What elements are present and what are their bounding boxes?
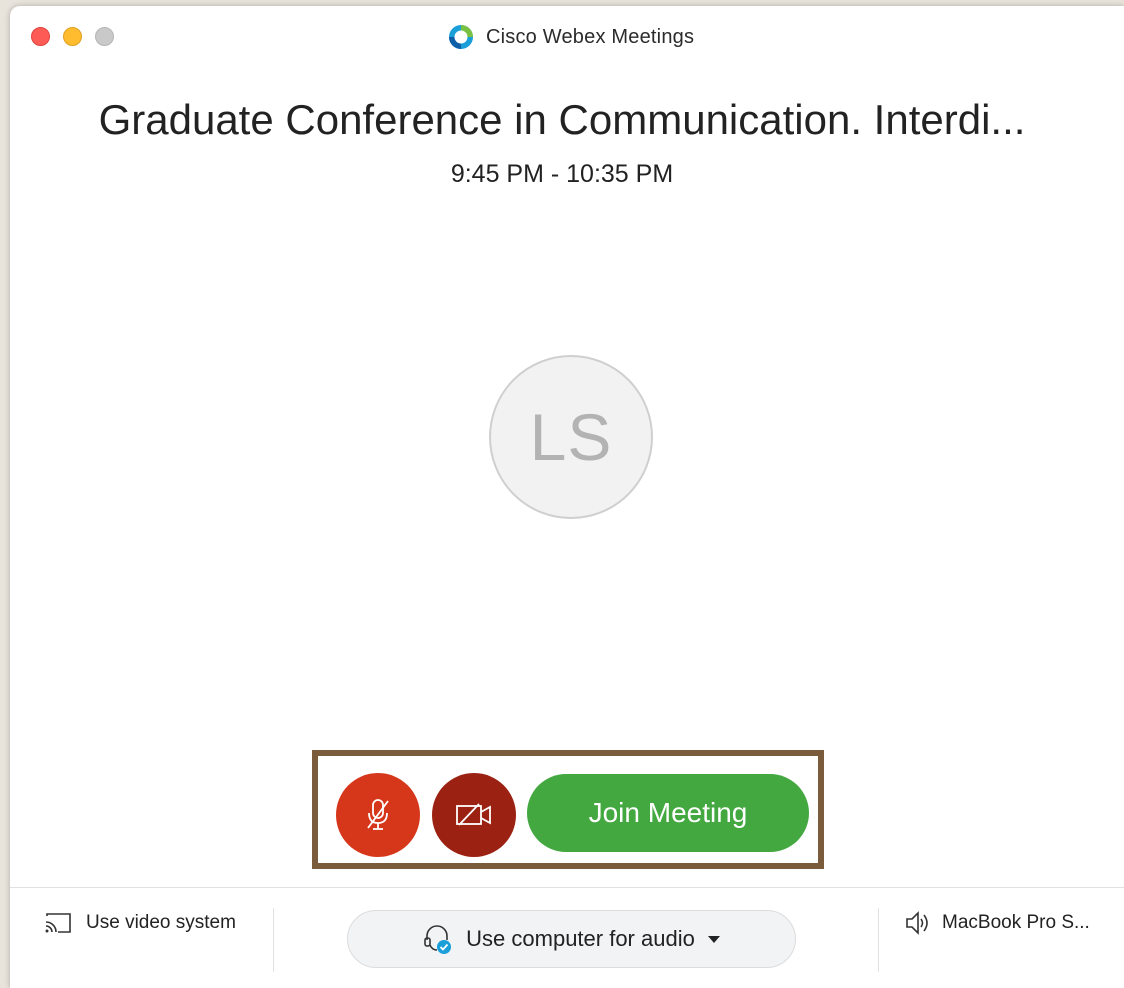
cast-screen-icon: [45, 913, 71, 933]
join-meeting-button[interactable]: Join Meeting: [527, 774, 809, 852]
audio-option-label: Use computer for audio: [466, 926, 695, 951]
video-toggle-button[interactable]: [432, 773, 516, 857]
bottom-bar: Use video system Use computer for audio: [10, 888, 1124, 988]
meeting-title: Graduate Conference in Communication. In…: [98, 96, 1026, 143]
app-title-text: Cisco Webex Meetings: [486, 25, 695, 48]
minimize-window-button[interactable]: [63, 27, 82, 46]
chevron-down-icon: [707, 936, 720, 943]
speaker-selector[interactable]: MacBook Pro S...: [904, 908, 1090, 938]
title-bar: Cisco Webex Meetings: [10, 6, 1124, 66]
use-video-system-label: Use video system: [86, 912, 236, 933]
app-title: Cisco Webex Meetings: [448, 24, 694, 50]
join-meeting-label: Join Meeting: [588, 797, 748, 828]
mute-button[interactable]: [336, 773, 420, 857]
avatar: LS: [489, 355, 653, 519]
webex-window: Cisco Webex Meetings Graduate Conference…: [10, 6, 1124, 988]
speaker-label: MacBook Pro S...: [942, 912, 1090, 933]
separator: [273, 908, 274, 972]
speaker-icon: [906, 911, 928, 935]
close-window-button[interactable]: [31, 27, 50, 46]
headset-check-icon: [424, 925, 452, 954]
use-video-system-button[interactable]: Use video system: [44, 908, 236, 938]
microphone-muted-icon: [367, 799, 389, 830]
audio-option-dropdown[interactable]: Use computer for audio: [347, 910, 796, 968]
avatar-initials: LS: [529, 400, 613, 474]
zoom-window-button[interactable]: [95, 27, 114, 46]
webex-logo-icon: [449, 25, 473, 49]
camera-off-icon: [456, 803, 491, 826]
meeting-time: 9:45 PM - 10:35 PM: [450, 160, 674, 188]
separator: [878, 908, 879, 972]
